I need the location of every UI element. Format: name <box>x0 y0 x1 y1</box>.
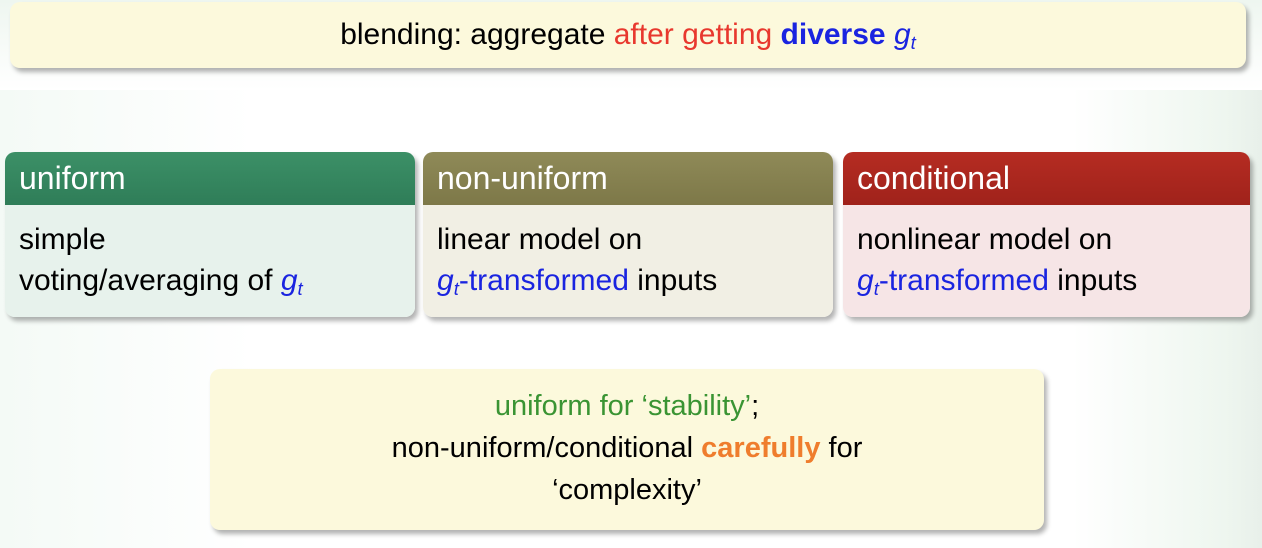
slide: blending: aggregate after getting divers… <box>0 0 1262 548</box>
card-conditional-title: conditional <box>843 152 1250 205</box>
card-uniform-subscript: t <box>297 278 303 300</box>
card-non-uniform-line-1: linear model on <box>437 223 643 256</box>
summary-line-1: uniform for ‘stability’; <box>210 385 1044 427</box>
card-non-uniform-symbol: g <box>437 264 454 297</box>
summary-stability: uniform for ‘stability’ <box>494 390 752 422</box>
summary-box: uniform for ‘stability’; non-uniform/con… <box>210 369 1044 530</box>
card-non-uniform-line-2: gt-transformed inputs <box>437 260 833 301</box>
card-conditional-line-1: nonlinear model on <box>857 223 1113 256</box>
card-conditional-g-symbol: gt <box>857 264 879 298</box>
headline-symbol: g <box>893 18 911 51</box>
headline-prefix: blending: aggregate <box>340 18 614 51</box>
summary-line-2-end: for <box>820 432 863 464</box>
card-uniform: uniform simple voting/averaging of gt <box>5 152 415 317</box>
card-non-uniform-inputs: inputs <box>628 264 718 297</box>
card-non-uniform-body: linear model on gt-transformed inputs <box>423 205 833 317</box>
card-uniform-title: uniform <box>5 152 415 205</box>
card-uniform-g-symbol: gt <box>280 264 303 300</box>
card-non-uniform: non-uniform linear model on gt-transform… <box>423 152 833 317</box>
card-conditional: conditional nonlinear model on gt-transf… <box>843 152 1250 317</box>
card-uniform-symbol: g <box>280 264 298 297</box>
summary-line-2: non-uniform/conditional carefully for <box>210 427 1044 469</box>
headline-space <box>772 18 780 51</box>
summary-line-2-start: non-uniform/conditional <box>391 432 702 464</box>
headline-emphasis: diverse <box>780 18 886 51</box>
headline-highlight: after getting <box>613 18 773 51</box>
summary-carefully: carefully <box>701 432 821 464</box>
card-non-uniform-g-symbol: gt <box>437 264 459 298</box>
summary-line-3: ‘complexity’ <box>552 474 702 506</box>
headline-box: blending: aggregate after getting divers… <box>10 2 1246 68</box>
card-uniform-line-2-text: voting/averaging of <box>19 264 281 297</box>
summary-line-1-end: ; <box>751 390 760 422</box>
card-conditional-line-2: gt-transformed inputs <box>857 260 1250 301</box>
card-conditional-inputs: inputs <box>1048 264 1138 297</box>
card-conditional-symbol: g <box>857 264 874 297</box>
headline-subscript: t <box>910 32 916 54</box>
card-uniform-body: simple voting/averaging of gt <box>5 205 415 317</box>
headline-space-2 <box>886 18 894 51</box>
card-uniform-line-1: simple <box>19 223 106 256</box>
card-non-uniform-title: non-uniform <box>423 152 833 205</box>
card-non-uniform-transformed: -transformed <box>458 264 629 297</box>
card-conditional-transformed: -transformed <box>878 264 1049 297</box>
headline-g-symbol: gt <box>893 18 916 54</box>
card-uniform-line-2: voting/averaging of gt <box>19 260 415 301</box>
card-conditional-body: nonlinear model on gt-transformed inputs <box>843 205 1250 317</box>
